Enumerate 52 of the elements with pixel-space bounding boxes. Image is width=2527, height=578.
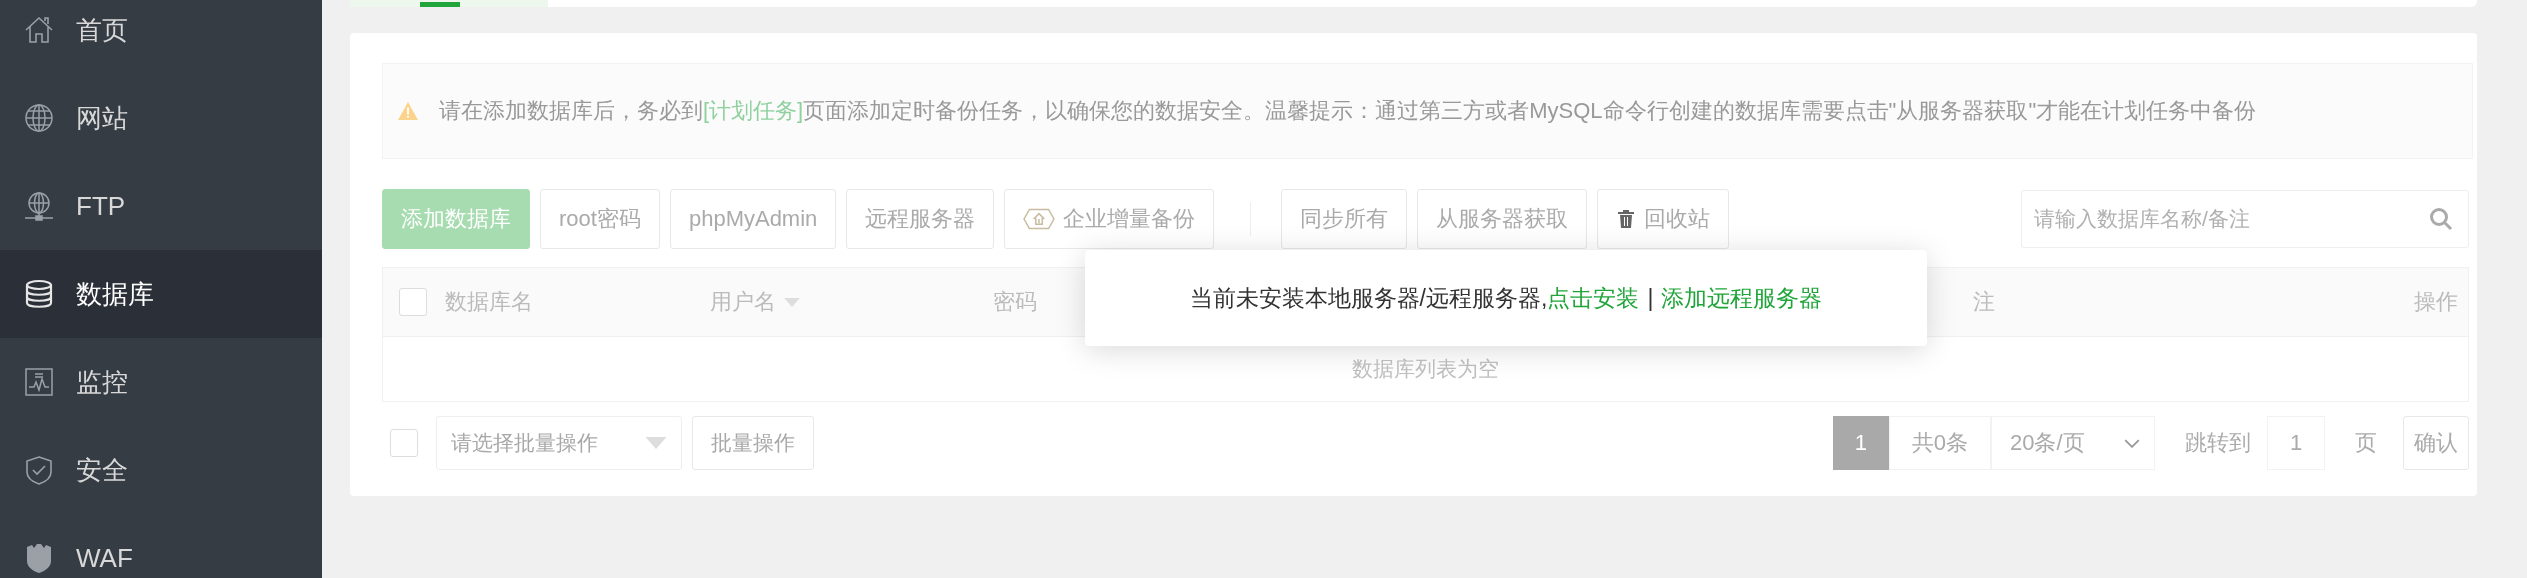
chart-icon — [24, 367, 54, 397]
column-header[interactable]: 用户名 — [710, 287, 993, 317]
select-all-checkbox[interactable] — [390, 429, 418, 457]
install-link[interactable]: 点击安装 — [1547, 282, 1640, 314]
column-header[interactable]: 数据库名 — [445, 287, 710, 317]
toolbar-button[interactable]: 从服务器获取 — [1417, 189, 1588, 249]
database-icon — [24, 279, 54, 309]
column-header[interactable]: 注 — [1933, 287, 2414, 317]
chevron-down-icon — [2124, 438, 2140, 448]
sidebar-item[interactable]: 数据库 — [0, 250, 322, 338]
toolbar-button[interactable]: 企业增量备份 — [1004, 189, 1215, 249]
toolbar-button[interactable]: 远程服务器 — [846, 189, 995, 249]
page-size-select[interactable]: 20条/页 — [1991, 416, 2155, 470]
dropdown-caret-icon — [645, 437, 667, 449]
alert-text: 请在添加数据库后，务必到[计划任务]页面添加定时备份任务，以确保您的数据安全。温馨提示：通过第三方或者MySQL命令行创建的数据库需要点击"从服务器获取"才能在计划任务中备份 — [439, 97, 2257, 125]
sidebar-item[interactable]: 监控 — [0, 338, 322, 426]
network-globe-icon — [24, 191, 54, 221]
sidebar-item[interactable]: 首页 — [0, 0, 322, 74]
popup-text: 当前未安装本地服务器/远程服务器, — [1189, 283, 1548, 313]
sidebar-item[interactable]: WAF — [0, 514, 322, 578]
toolbar-button[interactable]: 同步所有 — [1281, 189, 1408, 249]
toolbar-button[interactable]: 添加数据库 — [382, 189, 530, 249]
scheduled-task-link[interactable]: [计划任务] — [703, 98, 804, 123]
toolbar-button[interactable]: root密码 — [540, 189, 660, 249]
globe-icon — [24, 103, 54, 133]
batch-select[interactable]: 请选择批量操作 — [436, 416, 682, 470]
column-header[interactable]: 操作 — [2414, 287, 2468, 317]
shield-icon — [24, 455, 54, 485]
sidebar-item[interactable]: FTP — [0, 162, 322, 250]
toolbar-button[interactable]: phpMyAdmin — [669, 189, 837, 249]
add-remote-server-link[interactable]: 添加远程服务器 — [1661, 282, 1823, 314]
trash-icon — [1616, 209, 1637, 229]
active-tab-underline — [420, 2, 460, 7]
enterprise-icon — [1023, 208, 1056, 230]
empty-message: 数据库列表为空 — [1352, 356, 1499, 382]
home-icon — [24, 15, 54, 45]
page-unit: 页 — [2354, 429, 2378, 457]
search-field[interactable]: 请输入数据库名称/备注 — [2021, 190, 2469, 248]
warning-icon — [397, 101, 419, 121]
total-count: 共0条 — [1888, 416, 1991, 470]
page-number[interactable]: 1 — [1832, 416, 1889, 470]
jump-label: 跳转到 — [2184, 429, 2252, 457]
sidebar-item[interactable]: 安全 — [0, 426, 322, 514]
search-icon[interactable] — [2429, 207, 2453, 231]
batch-button[interactable]: 批量操作 — [692, 416, 814, 470]
toolbar-button[interactable]: 回收站 — [1597, 189, 1730, 249]
page-input[interactable]: 1 — [2267, 416, 2325, 470]
select-all-checkbox[interactable] — [399, 288, 427, 316]
sidebar-item[interactable]: 网站 — [0, 74, 322, 162]
shield-icon — [24, 543, 54, 573]
confirm-button[interactable]: 确认 — [2403, 416, 2469, 470]
pipe-separator-text: | — [1647, 284, 1654, 312]
